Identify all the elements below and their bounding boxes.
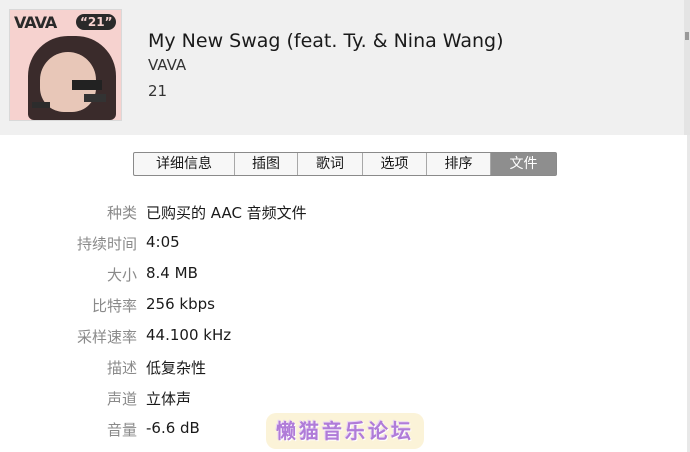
info-value: 立体声 xyxy=(146,390,192,408)
info-value: 低复杂性 xyxy=(146,359,207,377)
tab-details[interactable]: 详细信息 xyxy=(134,153,235,175)
info-tabs: 详细信息 插图 歌词 选项 排序 文件 xyxy=(133,152,557,176)
song-header: VAVA “21” My New Swag (feat. Ty. & Nina … xyxy=(0,0,690,135)
tab-lyrics[interactable]: 歌词 xyxy=(298,153,363,175)
artwork-glitch xyxy=(84,94,106,102)
artist-name: VAVA xyxy=(148,56,187,74)
info-value: 已购买的 AAC 音频文件 xyxy=(146,204,307,222)
tab-artwork[interactable]: 插图 xyxy=(235,153,298,175)
info-label: 音量 xyxy=(106,421,137,439)
info-label: 种类 xyxy=(106,204,137,222)
album-artwork[interactable]: VAVA “21” xyxy=(9,9,122,121)
info-value: 8.4 MB xyxy=(146,264,198,282)
info-label: 声道 xyxy=(106,390,137,408)
info-value: 4:05 xyxy=(146,233,180,251)
info-label: 采样速率 xyxy=(76,328,137,346)
artwork-glitch xyxy=(72,80,102,90)
song-title: My New Swag (feat. Ty. & Nina Wang) xyxy=(148,30,504,52)
info-value: 44.100 kHz xyxy=(146,326,232,344)
scrollbar-thumb[interactable] xyxy=(685,32,689,40)
album-name: 21 xyxy=(148,82,168,100)
info-label: 大小 xyxy=(106,266,137,284)
info-row-samplerate: 采样速率 44.100 kHz xyxy=(0,322,690,353)
info-row-size: 大小 8.4 MB xyxy=(0,260,690,291)
info-row-channels: 声道 立体声 xyxy=(0,384,690,415)
info-label: 比特率 xyxy=(91,297,137,315)
artwork-glitch xyxy=(32,102,50,108)
info-row-duration: 持续时间 4:05 xyxy=(0,229,690,260)
info-label: 描述 xyxy=(106,359,137,377)
info-value: -6.6 dB xyxy=(146,419,200,437)
artwork-logo: VAVA xyxy=(14,13,57,32)
tab-options[interactable]: 选项 xyxy=(363,153,427,175)
tab-file[interactable]: 文件 xyxy=(491,153,556,175)
info-row-description: 描述 低复杂性 xyxy=(0,353,690,384)
info-label: 持续时间 xyxy=(76,235,137,253)
info-row-kind: 种类 已购买的 AAC 音频文件 xyxy=(0,198,690,229)
header-scrollbar[interactable] xyxy=(684,0,690,135)
info-value: 256 kbps xyxy=(146,295,215,313)
info-row-bitrate: 比特率 256 kbps xyxy=(0,291,690,322)
forum-watermark: 懒猫音乐论坛 xyxy=(266,413,424,449)
artwork-badge: “21” xyxy=(76,14,117,30)
tab-sorting[interactable]: 排序 xyxy=(427,153,491,175)
